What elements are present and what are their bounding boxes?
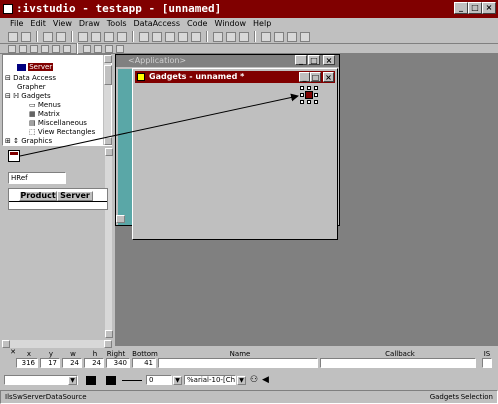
line-style-icon[interactable]: [122, 380, 142, 381]
status-mode: Gadgets: [429, 393, 459, 401]
right-field[interactable]: 340: [106, 358, 130, 368]
is-checkbox[interactable]: [482, 358, 492, 368]
label-w: w: [70, 350, 76, 358]
label-y: y: [48, 350, 54, 358]
background-color-swatch[interactable]: [106, 376, 116, 385]
status-tool: Selection: [460, 393, 493, 401]
style-combo[interactable]: [4, 375, 78, 385]
pattern-icon[interactable]: ⚇: [250, 376, 258, 385]
format-toolbar: ▼ 0 ▼ %arial-10-[Charset:0 ▼ ⚇ ◀: [0, 373, 498, 387]
label-x: x: [26, 350, 32, 358]
bottom-field[interactable]: 41: [132, 358, 156, 368]
status-bar: IlsSwServerDataSource Gadgets Selection: [0, 390, 498, 404]
close-panel-icon[interactable]: ✕: [8, 348, 18, 356]
font-dropdown-icon[interactable]: ▼: [237, 376, 246, 385]
label-bottom: Bottom: [132, 350, 158, 358]
w-field[interactable]: 24: [62, 358, 82, 368]
font-field[interactable]: %arial-10-[Charset:0: [184, 375, 236, 385]
callback-field[interactable]: [320, 358, 476, 368]
label-right: Right: [106, 350, 126, 358]
x-field[interactable]: 316: [16, 358, 38, 368]
arrow-style-icon[interactable]: ◀: [262, 376, 269, 385]
annotation-arrow: [19, 93, 299, 157]
y-field[interactable]: 17: [40, 358, 60, 368]
foreground-color-swatch[interactable]: [86, 376, 96, 385]
h-field[interactable]: 24: [84, 358, 104, 368]
label-name: Name: [229, 350, 251, 358]
line-width-dropdown-icon[interactable]: ▼: [173, 376, 182, 385]
name-field[interactable]: [158, 358, 318, 368]
style-dropdown-icon[interactable]: ▼: [68, 376, 77, 385]
label-h: h: [92, 350, 98, 358]
label-callback: Callback: [385, 350, 415, 358]
status-text: IlsSwServerDataSource: [5, 393, 87, 401]
label-is: IS: [483, 350, 491, 358]
line-width-field[interactable]: 0: [146, 375, 172, 385]
